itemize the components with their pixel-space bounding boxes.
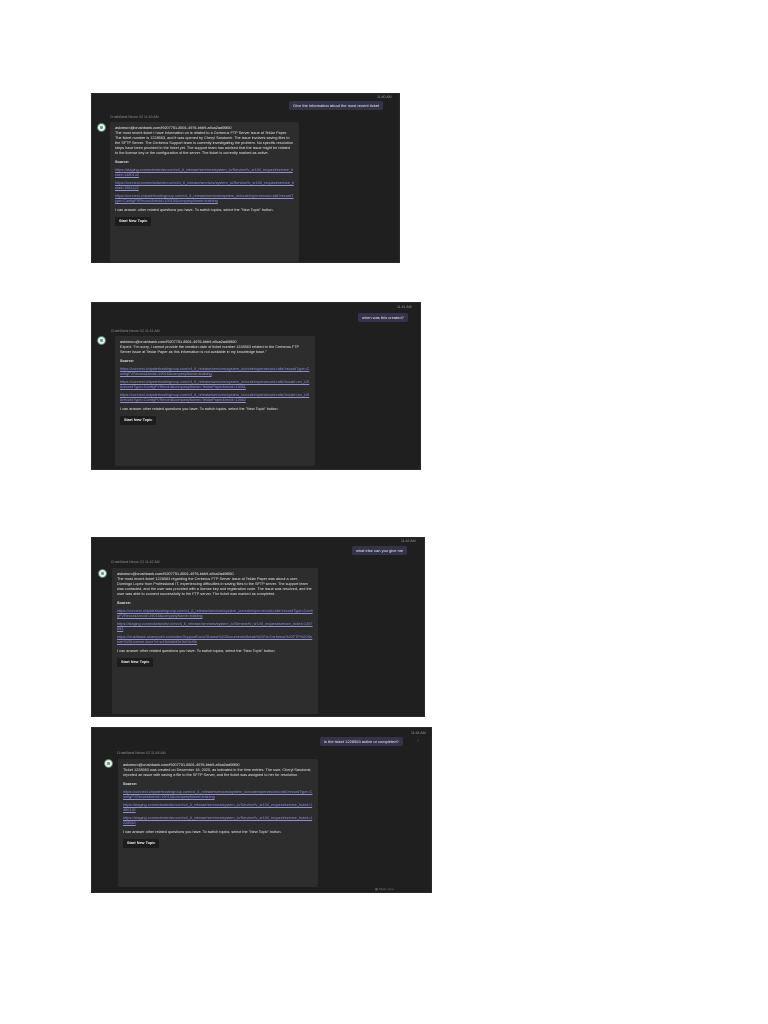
bot-avatar-icon <box>98 569 107 578</box>
source-link[interactable]: https://connect.chipsterhostingroup.com/… <box>120 393 310 403</box>
source-link[interactable]: https://connect.chipsterhostingroup.com/… <box>117 609 313 619</box>
source-label: Source: <box>115 160 130 164</box>
show-more-link[interactable]: ▦ Show more <box>375 887 394 891</box>
show-more-label: Show more <box>378 887 394 891</box>
user-message: when was this created? <box>358 313 408 322</box>
response-footer: I can answer other related questions you… <box>123 830 282 834</box>
response-body: The most recent ticket I have informatio… <box>115 131 293 155</box>
bot-header: CrushBank Neuro V2 11:42 AM <box>111 560 160 564</box>
user-message: what else can you give me <box>352 546 408 555</box>
message-time: 11:40 AM <box>377 95 392 99</box>
user-message: is the ticket 1228563 active or complete… <box>320 737 403 746</box>
source-link[interactable]: https://staging.connectwisedev.com/v4_6_… <box>123 803 313 813</box>
chat-panel-3: 11:42 AM what else can you give me Crush… <box>91 537 425 717</box>
bot-avatar-icon <box>104 759 113 768</box>
start-new-topic-button[interactable]: Start New Topic <box>117 658 154 667</box>
message-time: 11:41 AM <box>397 305 412 309</box>
start-new-topic-button[interactable]: Start New Topic <box>123 839 160 848</box>
response-body: Ticket 1228563 was created on December 1… <box>123 768 312 777</box>
response-footer: I can answer other related questions you… <box>120 407 279 411</box>
chat-panel-1: 11:40 AM Give the information about the … <box>91 93 400 263</box>
start-new-topic-button[interactable]: Start New Topic <box>120 416 157 425</box>
response-body: Expert: "I'm sorry, I cannot provide the… <box>120 345 300 354</box>
source-link[interactable]: https://connect.chipsterhostingroup.com/… <box>120 380 310 390</box>
source-link[interactable]: https://connect.chipsterhostingroup.com/… <box>123 790 313 800</box>
bot-response-card: askneuro@crushbank.com/f9207751-8501-497… <box>112 568 318 714</box>
chat-panel-4: 11:44 AM is the ticket 1228563 active or… <box>91 727 432 893</box>
small-grid-icon: ▦ <box>375 887 378 891</box>
source-link[interactable]: https://staging.connectwisedev.com/v4_6_… <box>115 168 294 178</box>
source-link[interactable]: https://staging.connectwisedev.com/v4_6_… <box>117 622 313 632</box>
bot-avatar-icon <box>97 336 106 345</box>
chat-panel-2: 11:41 AM when was this created? CrushBan… <box>91 302 421 470</box>
bot-header: CrushBank Neuro V2 11:44 AM <box>117 751 166 755</box>
bot-avatar-icon <box>97 123 106 132</box>
source-label: Source: <box>117 601 132 605</box>
response-footer: I can answer other related questions you… <box>115 208 274 212</box>
source-link[interactable]: https://connect.connectwisedev.com/v4_6_… <box>115 181 294 191</box>
message-time: 11:44 AM <box>411 731 426 735</box>
response-footer: I can answer other related questions you… <box>117 649 276 653</box>
source-label: Source: <box>120 359 135 363</box>
message-time: 11:42 AM <box>401 539 416 543</box>
bot-response-card: askneuro@crushbank.com/f9207751-8501-497… <box>110 122 299 262</box>
bot-response-card: askneuro@crushbank.com/f9207751-8501-497… <box>118 759 318 887</box>
source-link[interactable]: https://connect.chipsterhostingroup.com/… <box>115 194 294 204</box>
source-link[interactable]: https://connect.chipsterhostingroup.com/… <box>120 367 310 377</box>
source-link[interactable]: https://crushbank.sharepoint.com/sites/S… <box>117 635 313 645</box>
user-message: Give the information about the most rece… <box>289 101 384 110</box>
bot-header: CrushBank Neuro V2 11:40 AM <box>110 115 159 119</box>
bot-response-card: askneuro@crushbank.com/f9207751-8501-497… <box>115 336 315 466</box>
bot-header: CrushBank Neuro V2 11:41 AM <box>111 329 160 333</box>
start-new-topic-button[interactable]: Start New Topic <box>115 217 152 226</box>
source-link[interactable]: https://staging.connectwisedev.com/v4_6_… <box>123 816 313 826</box>
chevron-icon[interactable]: › <box>417 738 419 744</box>
source-label: Source: <box>123 782 138 786</box>
response-body: The most recent ticket 1228563 regarding… <box>117 577 312 596</box>
